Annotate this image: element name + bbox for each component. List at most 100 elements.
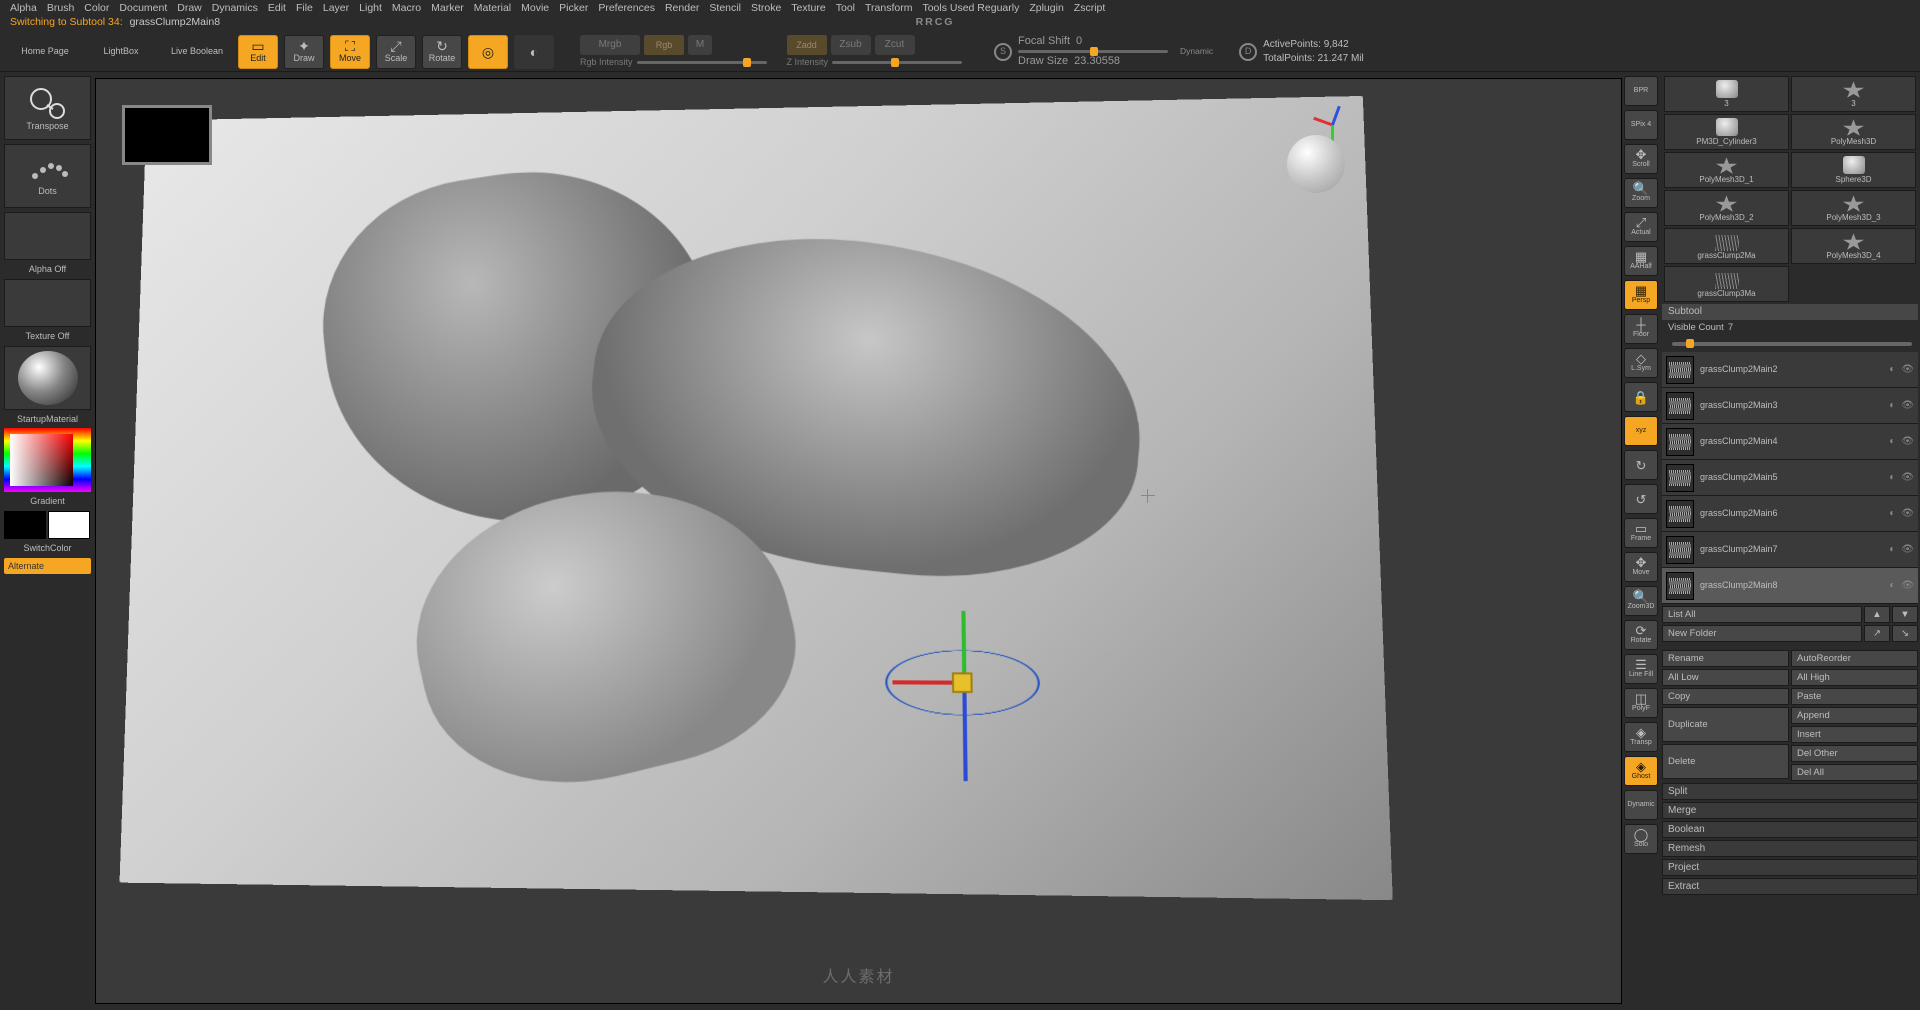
live-boolean-button[interactable]: Live Boolean (162, 35, 232, 69)
viewtool-rotate[interactable]: ⟳Rotate (1624, 620, 1658, 650)
draw-mode-button[interactable]: ✦Draw (284, 35, 324, 69)
swatch-main[interactable] (4, 511, 46, 539)
material-button[interactable] (4, 346, 91, 410)
menu-texture[interactable]: Texture (791, 2, 825, 14)
color-picker[interactable] (4, 428, 91, 492)
viewtool-lock[interactable]: 🔒 (1624, 382, 1658, 412)
menu-edit[interactable]: Edit (268, 2, 286, 14)
menu-preferences[interactable]: Preferences (598, 2, 655, 14)
viewtool-move[interactable]: ✥Move (1624, 552, 1658, 582)
extract-section[interactable]: Extract (1662, 878, 1918, 895)
subtool-row[interactable]: grassClump2Main3◐👁 (1662, 388, 1918, 424)
menu-zscript[interactable]: Zscript (1074, 2, 1106, 14)
menu-transform[interactable]: Transform (865, 2, 912, 14)
copy-button[interactable]: Copy (1662, 688, 1789, 705)
subtool-toggles[interactable]: ◐👁 (1889, 580, 1914, 592)
boolean-section[interactable]: Boolean (1662, 821, 1918, 838)
viewtool-solo[interactable]: ◯Solo (1624, 824, 1658, 854)
viewtool-zoom[interactable]: 🔍Zoom (1624, 178, 1658, 208)
visible-count-slider[interactable] (1672, 342, 1912, 346)
viewtool-spin2[interactable]: ↺ (1624, 484, 1658, 514)
del-other-button[interactable]: Del Other (1791, 745, 1918, 762)
subtool-row[interactable]: grassClump2Main4◐👁 (1662, 424, 1918, 460)
tool-thumb-0[interactable]: 3 (1664, 76, 1789, 112)
tool-thumb-6[interactable]: PolyMesh3D_2 (1664, 190, 1789, 226)
subtool-toggles[interactable]: ◐👁 (1889, 436, 1914, 448)
viewtool-linefill[interactable]: ☰Line Fill (1624, 654, 1658, 684)
menu-zplugin[interactable]: Zplugin (1029, 2, 1063, 14)
menu-stroke[interactable]: Stroke (751, 2, 781, 14)
switchcolor-label[interactable]: SwitchColor (4, 543, 91, 554)
menu-file[interactable]: File (296, 2, 313, 14)
menu-tools-used-reguarly[interactable]: Tools Used Reguarly (922, 2, 1019, 14)
z-intensity-slider[interactable] (832, 61, 962, 64)
viewtool-bpr[interactable]: BPR (1624, 76, 1658, 106)
menu-brush[interactable]: Brush (47, 2, 74, 14)
focal-shift-slider[interactable] (1018, 50, 1168, 53)
merge-section[interactable]: Merge (1662, 802, 1918, 819)
menu-tool[interactable]: Tool (836, 2, 855, 14)
folder-up-button[interactable]: ↗ (1864, 625, 1890, 642)
move-down-button[interactable]: ▼ (1892, 606, 1918, 623)
tool-thumb-5[interactable]: Sphere3D (1791, 152, 1916, 188)
menu-alpha[interactable]: Alpha (10, 2, 37, 14)
del-all-button[interactable]: Del All (1791, 764, 1918, 781)
menu-draw[interactable]: Draw (177, 2, 202, 14)
viewport[interactable]: 人人素材 (95, 78, 1622, 1004)
transpose-brush-button[interactable]: Transpose (4, 76, 91, 140)
menu-color[interactable]: Color (84, 2, 109, 14)
menu-layer[interactable]: Layer (323, 2, 349, 14)
tool-thumb-10[interactable]: grassClump3Ma (1664, 266, 1789, 302)
menu-dynamics[interactable]: Dynamics (212, 2, 258, 14)
viewtool-lsym[interactable]: ◇L.Sym (1624, 348, 1658, 378)
scale-mode-button[interactable]: ⤢Scale (376, 35, 416, 69)
move-mode-button[interactable]: ⛶Move (330, 35, 370, 69)
rgb-intensity-slider[interactable] (637, 61, 767, 64)
viewtool-spin1[interactable]: ↻ (1624, 450, 1658, 480)
menu-picker[interactable]: Picker (559, 2, 588, 14)
subtool-toggles[interactable]: ◐👁 (1889, 472, 1914, 484)
transform-gizmo[interactable] (864, 585, 1062, 782)
all-low-button[interactable]: All Low (1662, 669, 1789, 686)
viewtool-zoom3d[interactable]: 🔍Zoom3D (1624, 586, 1658, 616)
all-high-button[interactable]: All High (1791, 669, 1918, 686)
split-section[interactable]: Split (1662, 783, 1918, 800)
viewtool-scroll[interactable]: ✥Scroll (1624, 144, 1658, 174)
viewtool-frame[interactable]: ▭Frame (1624, 518, 1658, 548)
viewtool-floor[interactable]: ┼Floor (1624, 314, 1658, 344)
delete-button[interactable]: Delete (1662, 744, 1789, 779)
menu-light[interactable]: Light (359, 2, 382, 14)
zsub-button[interactable]: Zsub (831, 35, 871, 55)
rgb-button[interactable]: Rgb (644, 35, 684, 55)
sculptris-button[interactable]: ◐ (514, 35, 554, 69)
home-page-button[interactable]: Home Page (10, 35, 80, 69)
paste-button[interactable]: Paste (1791, 688, 1918, 705)
rotate-mode-button[interactable]: ↻Rotate (422, 35, 462, 69)
m-button[interactable]: M (688, 35, 712, 55)
subtool-row[interactable]: grassClump2Main5◐👁 (1662, 460, 1918, 496)
subtool-header[interactable]: Subtool (1662, 304, 1918, 320)
viewtool-xyz[interactable]: xyz (1624, 416, 1658, 446)
alternate-button[interactable]: Alternate (4, 558, 91, 574)
zcut-button[interactable]: Zcut (875, 35, 915, 55)
viewtool-persp[interactable]: ▦Persp (1624, 280, 1658, 310)
tool-thumb-4[interactable]: PolyMesh3D_1 (1664, 152, 1789, 188)
dynamic-label[interactable]: Dynamic (1180, 46, 1213, 56)
new-folder-button[interactable]: New Folder (1662, 625, 1862, 642)
insert-button[interactable]: Insert (1791, 726, 1918, 743)
subtool-row[interactable]: grassClump2Main8◐👁 (1662, 568, 1918, 604)
subtool-row[interactable]: grassClump2Main2◐👁 (1662, 352, 1918, 388)
autoreorder-button[interactable]: AutoReorder (1791, 650, 1918, 667)
gizmo-center-icon[interactable] (952, 672, 973, 693)
folder-in-button[interactable]: ↘ (1892, 625, 1918, 642)
viewtool-spix[interactable]: SPix 4 (1624, 110, 1658, 140)
viewtool-transp[interactable]: ◈Transp (1624, 722, 1658, 752)
texture-button[interactable] (4, 279, 91, 327)
mrgb-button[interactable]: Mrgb (580, 35, 640, 55)
tool-thumb-3[interactable]: PolyMesh3D (1791, 114, 1916, 150)
tool-thumb-7[interactable]: PolyMesh3D_3 (1791, 190, 1916, 226)
tool-thumb-9[interactable]: PolyMesh3D_4 (1791, 228, 1916, 264)
subtool-toggles[interactable]: ◐👁 (1889, 508, 1914, 520)
tool-thumb-2[interactable]: PM3D_Cylinder3 (1664, 114, 1789, 150)
gizmo-button[interactable]: ◎ (468, 35, 508, 69)
